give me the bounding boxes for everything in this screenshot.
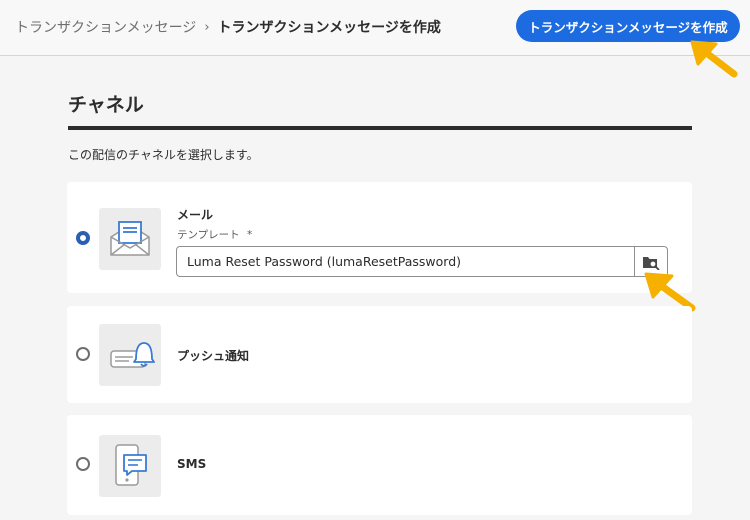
sms-phone-icon [99,435,161,497]
required-marker: * [247,229,253,241]
template-label-text: テンプレート [177,229,240,241]
section-divider [68,126,692,130]
channel-radio-email[interactable] [76,231,90,245]
app-header: トランザクションメッセージ › トランザクションメッセージを作成 トランザクショ… [0,0,750,56]
channel-card-email[interactable]: メール テンプレート * Luma Reset Password (lumaRe… [67,182,692,293]
section-title: チャネル [68,94,144,116]
channel-radio-push[interactable] [76,347,90,361]
annotation-arrow-icon [690,40,738,78]
channel-card-push[interactable]: プッシュ通知 [67,306,692,403]
breadcrumb: トランザクションメッセージ › トランザクションメッセージを作成 [15,17,441,37]
email-envelope-icon [99,208,161,270]
section-description: この配信のチャネルを選択します。 [68,148,259,162]
breadcrumb-separator: › [204,19,210,35]
page-title: トランザクションメッセージを作成 [217,20,441,36]
template-field-label: テンプレート * [177,227,252,242]
template-picker-value: Luma Reset Password (lumaResetPassword) [187,254,462,269]
channel-label-push: プッシュ通知 [177,349,250,363]
breadcrumb-parent-link[interactable]: トランザクションメッセージ [15,17,196,37]
channel-radio-sms[interactable] [76,457,90,471]
push-bell-icon [99,324,161,386]
channel-card-sms[interactable]: SMS [67,415,692,515]
channel-label-sms: SMS [177,457,207,471]
template-picker-field[interactable]: Luma Reset Password (lumaResetPassword) [176,246,668,277]
channel-label-email: メール [177,208,214,222]
